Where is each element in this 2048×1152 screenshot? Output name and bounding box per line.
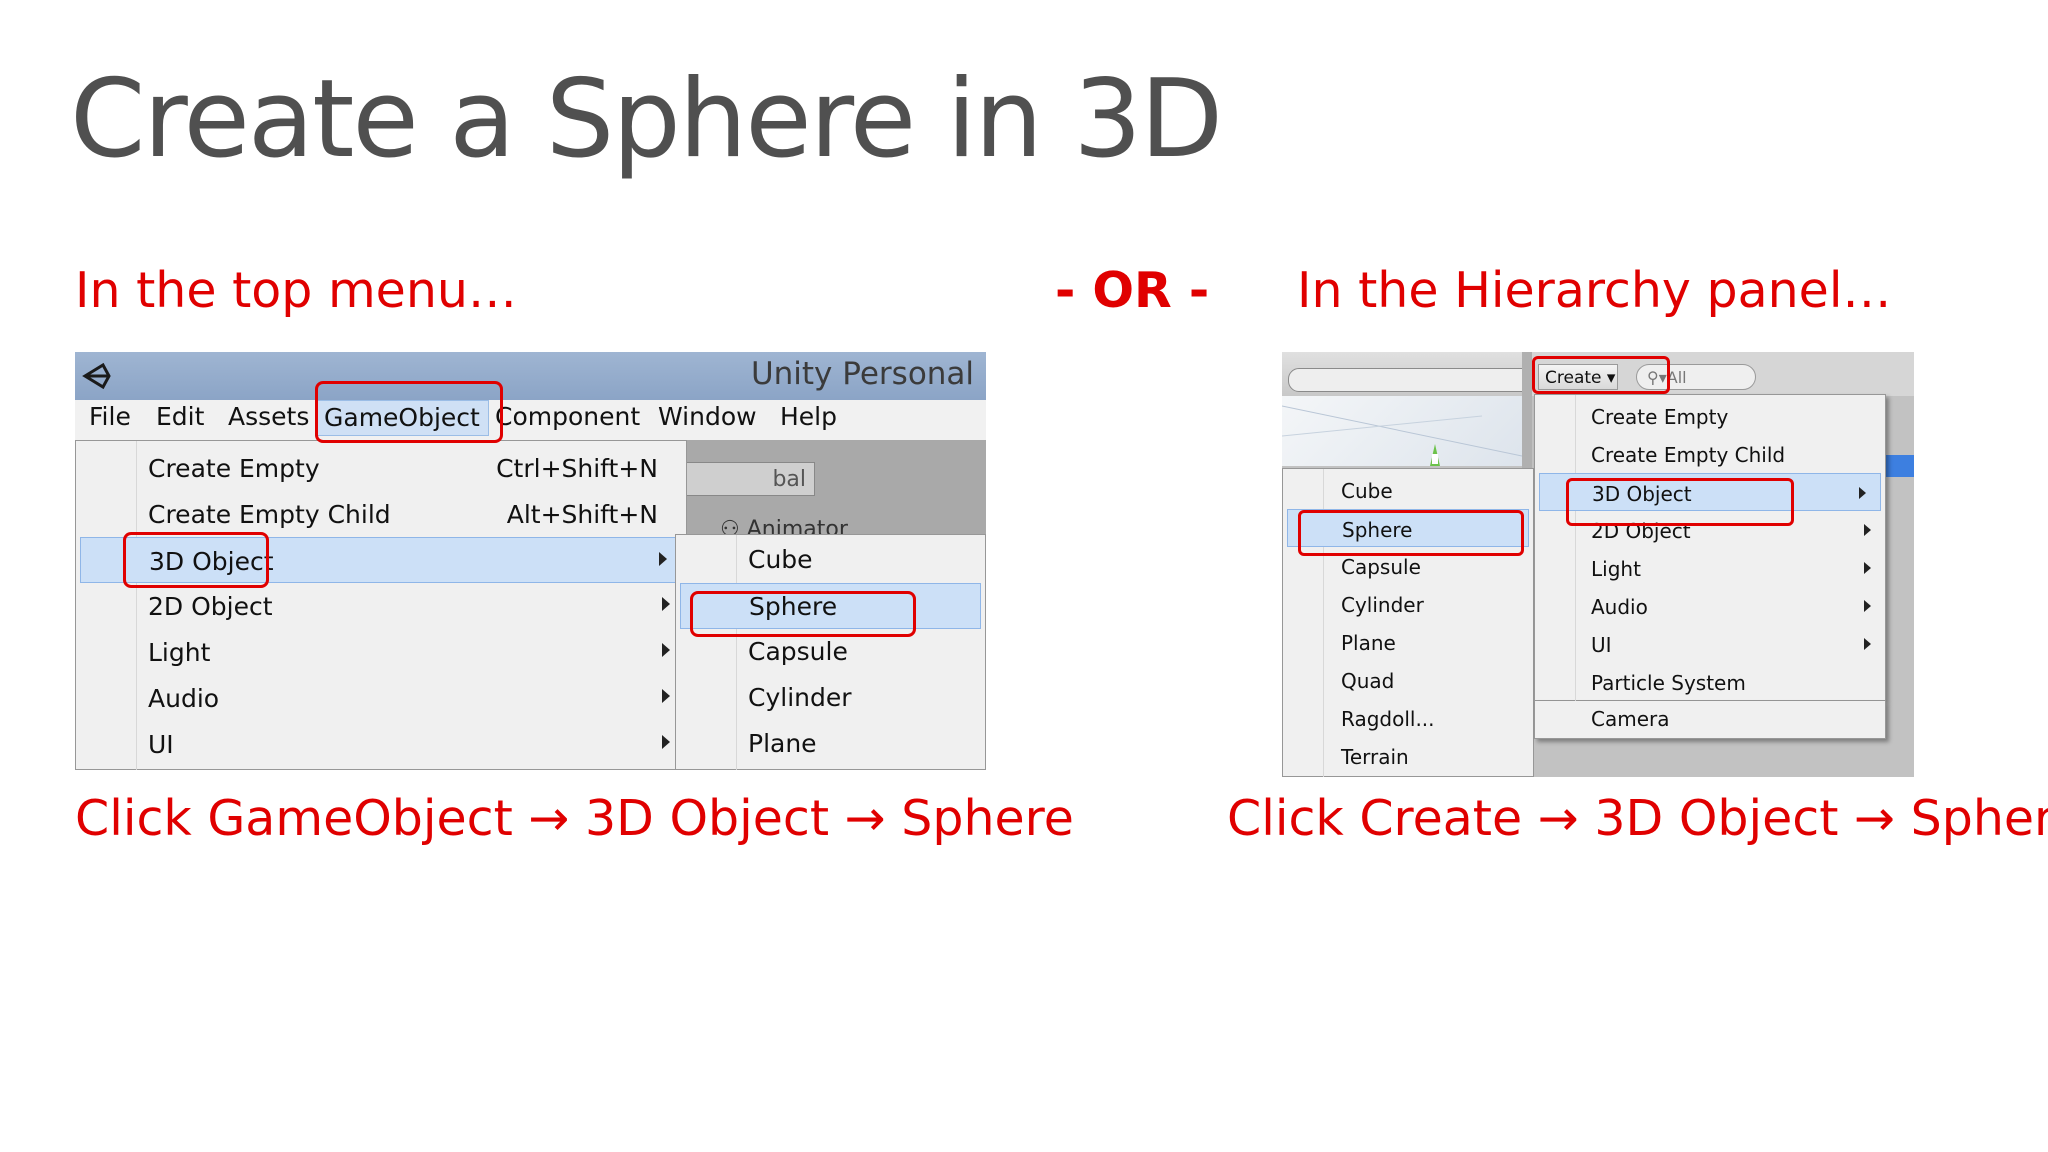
- menu-item-label: Light: [148, 638, 211, 667]
- hierarchy-create-screenshot: Create ▾ ⚲▾All Cube Sphere Capsule Cylin…: [1282, 352, 1914, 777]
- submenu-arrow-icon: [1864, 562, 1871, 574]
- menu-item-label: Audio: [148, 684, 220, 713]
- menu-item-label: Audio: [1591, 595, 1648, 619]
- menu-item-label: Camera: [1591, 707, 1670, 731]
- window-titlebar: Unity Personal (: [75, 352, 986, 400]
- menu-file[interactable]: File: [89, 402, 131, 431]
- slide-title: Create a Sphere in 3D: [70, 57, 1223, 182]
- or-label: - OR -: [1055, 262, 1210, 319]
- menu-item-audio[interactable]: Audio: [1535, 587, 1885, 625]
- submenu-item-label: Cube: [1341, 479, 1393, 503]
- left-heading: In the top menu…: [75, 262, 517, 319]
- 3d-object-submenu: Cube Sphere Capsule Cylinder Plane: [675, 534, 986, 770]
- window-title: Unity Personal (: [750, 356, 986, 392]
- menu-item-create-empty-child[interactable]: Create Empty Child: [1535, 435, 1885, 473]
- menu-item-label: UI: [1591, 633, 1612, 657]
- highlight-sphere: [690, 591, 916, 637]
- submenu-arrow-icon: [662, 643, 670, 657]
- submenu-arrow-icon: [662, 597, 670, 611]
- menu-item-shortcut: Alt+Shift+N: [506, 500, 658, 529]
- menubar: File Edit Assets GameObject Component Wi…: [75, 400, 986, 440]
- menu-item-light[interactable]: Light: [1535, 549, 1885, 587]
- menu-item-create-empty-child[interactable]: Create Empty Child Alt+Shift+N: [76, 491, 686, 537]
- submenu-item-label: Cylinder: [748, 683, 852, 712]
- menu-item-ui[interactable]: UI: [1535, 625, 1885, 663]
- menu-item-label: Create Empty Child: [1591, 443, 1786, 467]
- submenu-item-plane[interactable]: Plane: [676, 721, 985, 767]
- right-heading: In the Hierarchy panel…: [1297, 262, 1892, 319]
- submenu-item-label: Quad: [1341, 669, 1395, 693]
- menu-item-shortcut: Ctrl+Shift+N: [496, 454, 658, 483]
- highlight-3d-object: [1566, 478, 1794, 526]
- submenu-item-terrain[interactable]: Terrain: [1283, 737, 1533, 775]
- submenu-item-label: Plane: [1341, 631, 1396, 655]
- submenu-item-plane[interactable]: Plane: [1283, 623, 1533, 661]
- submenu-arrow-icon: [1864, 638, 1871, 650]
- menu-item-create-empty[interactable]: Create Empty: [1535, 397, 1885, 435]
- submenu-item-label: Capsule: [748, 637, 848, 666]
- menu-help[interactable]: Help: [780, 402, 837, 431]
- menu-item-label: Particle System: [1591, 671, 1746, 695]
- submenu-arrow-icon: [1864, 600, 1871, 612]
- menu-item-audio[interactable]: Audio: [76, 675, 686, 721]
- submenu-item-label: Capsule: [1341, 555, 1421, 579]
- submenu-item-ragdoll[interactable]: Ragdoll...: [1283, 699, 1533, 737]
- submenu-item-label: Cube: [748, 545, 813, 574]
- menu-item-light[interactable]: Light: [76, 629, 686, 675]
- submenu-arrow-icon: [659, 552, 667, 566]
- submenu-arrow-icon: [662, 689, 670, 703]
- menu-item-create-empty[interactable]: Create Empty Ctrl+Shift+N: [76, 445, 686, 491]
- menu-item-label: Light: [1591, 557, 1641, 581]
- menu-window[interactable]: Window: [658, 402, 757, 431]
- submenu-arrow-icon: [1859, 487, 1866, 499]
- submenu-item-cylinder[interactable]: Cylinder: [1283, 585, 1533, 623]
- submenu-item-cube[interactable]: Cube: [676, 537, 985, 583]
- submenu-item-label: Terrain: [1341, 745, 1409, 769]
- menu-component[interactable]: Component: [495, 402, 640, 431]
- submenu-item-cylinder[interactable]: Cylinder: [676, 675, 985, 721]
- left-caption: Click GameObject → 3D Object → Sphere: [75, 790, 1074, 847]
- menu-item-label: Create Empty: [1591, 405, 1729, 429]
- submenu-arrow-icon: [1864, 524, 1871, 536]
- menu-item-camera[interactable]: Camera: [1534, 701, 1886, 739]
- menu-item-particle-system[interactable]: Particle System: [1535, 663, 1885, 701]
- global-button[interactable]: bal: [675, 462, 815, 496]
- menu-item-label: 2D Object: [148, 592, 273, 621]
- unity-top-menu-screenshot: Unity Personal ( File Edit Assets GameOb…: [75, 352, 986, 770]
- submenu-arrow-icon: [662, 735, 670, 749]
- submenu-item-label: Cylinder: [1341, 593, 1424, 617]
- submenu-item-cube[interactable]: Cube: [1283, 471, 1533, 509]
- unity-logo-icon: [82, 362, 111, 390]
- submenu-item-quad[interactable]: Quad: [1283, 661, 1533, 699]
- menu-item-ui[interactable]: UI: [76, 721, 686, 767]
- highlight-sphere: [1298, 510, 1524, 556]
- submenu-item-label: Plane: [748, 729, 817, 758]
- scene-gizmo-icon: [1282, 405, 1523, 466]
- right-caption: Click Create → 3D Object → Sphere: [1227, 790, 2048, 847]
- create-dropdown: Create Empty Create Empty Child 3D Objec…: [1534, 394, 1886, 702]
- scene-view: [1282, 396, 1523, 466]
- highlight-3d-object: [123, 532, 269, 588]
- gameobject-dropdown: Create Empty Ctrl+Shift+N Create Empty C…: [75, 440, 687, 770]
- menu-item-label: Create Empty: [148, 454, 320, 483]
- highlight-create: [1532, 356, 1670, 394]
- menu-assets[interactable]: Assets: [228, 402, 309, 431]
- highlight-gameobject: [315, 381, 503, 443]
- submenu-item-label: Ragdoll...: [1341, 707, 1435, 731]
- menu-edit[interactable]: Edit: [156, 402, 204, 431]
- menu-item-label: UI: [148, 730, 174, 759]
- menu-item-2d-object[interactable]: 2D Object: [76, 583, 686, 629]
- menu-item-label: Create Empty Child: [148, 500, 391, 529]
